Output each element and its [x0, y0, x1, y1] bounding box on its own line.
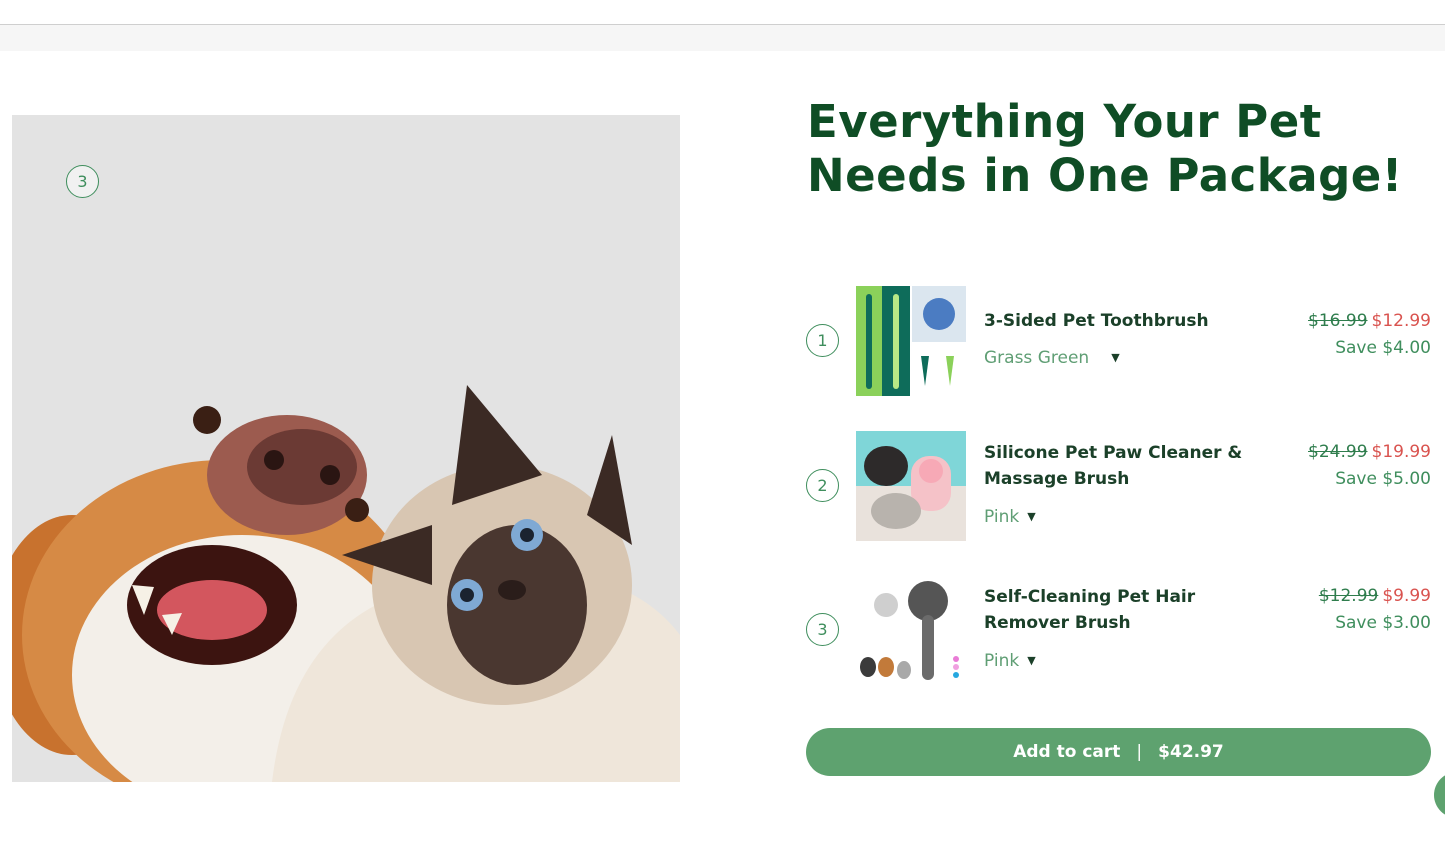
- original-price: $16.99: [1308, 311, 1368, 331]
- item-number-badge: 1: [806, 324, 839, 357]
- sale-price: $12.99: [1371, 311, 1431, 331]
- chat-widget-button[interactable]: [1434, 772, 1445, 818]
- item-name[interactable]: Silicone Pet Paw Cleaner & Massage Brush: [984, 440, 1284, 492]
- announcement-bar: [0, 25, 1445, 51]
- dog-and-cat-illustration: [12, 385, 680, 782]
- variant-select[interactable]: Pink ▼: [984, 507, 1036, 527]
- add-to-cart-label: Add to cart: [1013, 742, 1121, 762]
- item-prices: $16.99 $12.99 Save $4.00: [1308, 308, 1431, 362]
- variant-value: Pink: [984, 651, 1020, 671]
- hero-image: 3: [12, 115, 680, 782]
- item-number-badge: 2: [806, 469, 839, 502]
- hero-step-badge: 3: [66, 165, 99, 198]
- variant-select[interactable]: Pink ▼: [984, 651, 1036, 671]
- sale-price: $9.99: [1382, 586, 1431, 606]
- toothbrush-image[interactable]: [856, 286, 966, 396]
- chevron-down-icon: ▼: [1111, 350, 1120, 364]
- original-price: $12.99: [1318, 586, 1379, 606]
- savings-text: Save $3.00: [1335, 613, 1431, 633]
- sale-price: $19.99: [1371, 442, 1431, 462]
- item-prices: $24.99 $19.99 Save $5.00: [1308, 439, 1431, 493]
- top-navigation-bar: [0, 0, 1445, 25]
- cart-total: $42.97: [1158, 742, 1224, 762]
- page-title: Everything Your Pet Needs in One Package…: [807, 95, 1403, 202]
- variant-select[interactable]: Grass Green ▼: [984, 348, 1120, 368]
- bundle-item: 2 Silicone Pet Paw Cleaner & Massage Bru…: [806, 431, 1431, 541]
- bundle-item: 3 Self-Cleaning Pet Hair Remover Brush P…: [806, 575, 1431, 685]
- savings-text: Save $4.00: [1335, 338, 1431, 358]
- variant-value: Pink: [984, 507, 1020, 527]
- item-number-badge: 3: [806, 613, 839, 646]
- bundle-item: 1 3-Sided Pet Toothbrush Grass Green ▼ $…: [806, 286, 1431, 396]
- variant-value: Grass Green: [984, 348, 1090, 368]
- cart-separator: |: [1136, 742, 1143, 762]
- original-price: $24.99: [1308, 442, 1368, 462]
- add-to-cart-button[interactable]: Add to cart | $42.97: [806, 728, 1431, 776]
- savings-text: Save $5.00: [1335, 469, 1431, 489]
- item-name[interactable]: Self-Cleaning Pet Hair Remover Brush: [984, 584, 1284, 636]
- chevron-down-icon: ▼: [1027, 653, 1036, 667]
- item-prices: $12.99 $9.99 Save $3.00: [1319, 583, 1431, 637]
- item-name[interactable]: 3-Sided Pet Toothbrush: [984, 308, 1284, 334]
- hair-brush-image[interactable]: [856, 575, 966, 685]
- chevron-down-icon: ▼: [1027, 509, 1036, 523]
- paw-cleaner-image[interactable]: [856, 431, 966, 541]
